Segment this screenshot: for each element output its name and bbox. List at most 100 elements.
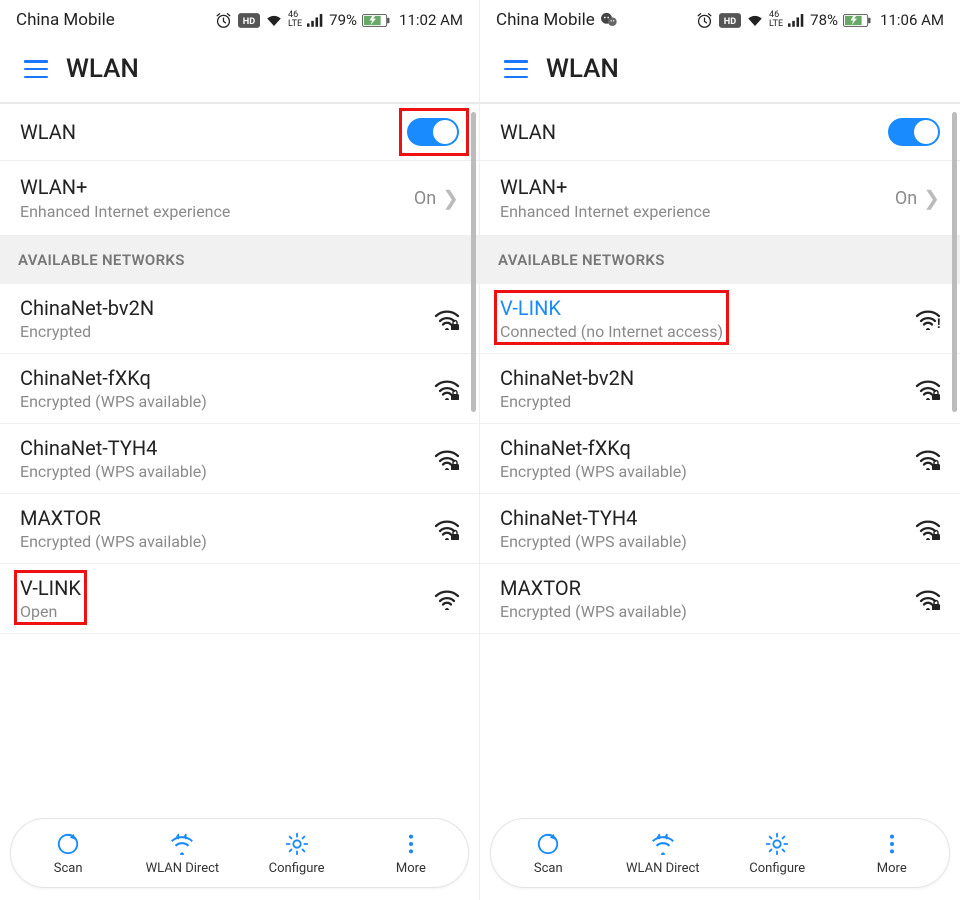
more-icon bbox=[407, 831, 415, 857]
wlan-toggle-row[interactable]: WLAN bbox=[0, 104, 479, 161]
wlan-plus-value: On bbox=[895, 188, 917, 209]
wifi-signal-icon bbox=[912, 378, 940, 400]
clock-time: 11:02 AM bbox=[399, 11, 463, 29]
wifi-signal-icon bbox=[431, 518, 459, 540]
wifi-signal-icon bbox=[912, 588, 940, 610]
wlan-plus-sub: Enhanced Internet experience bbox=[20, 202, 230, 221]
network-item[interactable]: ChinaNet-TYH4 Encrypted (WPS available) bbox=[480, 494, 960, 564]
network-item[interactable]: ChinaNet-bv2N Encrypted bbox=[480, 354, 960, 424]
wifi-signal-icon bbox=[431, 588, 459, 610]
menu-icon[interactable] bbox=[504, 60, 528, 78]
page-title: WLAN bbox=[66, 54, 139, 84]
network-desc: Encrypted (WPS available) bbox=[500, 462, 687, 481]
scroll-area[interactable]: WLAN WLAN+ Enhanced Internet experience … bbox=[0, 104, 479, 900]
battery-percent: 78% bbox=[810, 11, 838, 29]
network-name: ChinaNet-TYH4 bbox=[500, 506, 687, 530]
network-name: ChinaNet-fXKq bbox=[500, 436, 687, 460]
network-desc: Encrypted (WPS available) bbox=[500, 602, 687, 621]
wifi-signal-icon bbox=[912, 448, 940, 470]
scan-label: Scan bbox=[54, 861, 83, 876]
lte-label: 46LTE bbox=[769, 11, 783, 29]
network-name: V-LINK bbox=[20, 576, 81, 600]
scrollbar[interactable] bbox=[471, 112, 476, 412]
battery-icon bbox=[843, 14, 871, 27]
more-button[interactable]: More bbox=[354, 831, 468, 876]
gear-icon bbox=[285, 831, 309, 857]
network-item[interactable]: ChinaNet-fXKq Encrypted (WPS available) bbox=[0, 354, 479, 424]
wlan-toggle-row[interactable]: WLAN bbox=[480, 104, 960, 161]
wlan-plus-label: WLAN+ bbox=[20, 175, 230, 199]
wifi-status-icon bbox=[746, 13, 764, 27]
signal-bars-icon bbox=[788, 13, 805, 27]
wifi-signal-icon bbox=[912, 518, 940, 540]
wlan-direct-label: WLAN Direct bbox=[626, 861, 700, 876]
battery-icon bbox=[362, 14, 390, 27]
scan-label: Scan bbox=[534, 861, 563, 876]
wlan-direct-button[interactable]: WLAN Direct bbox=[606, 831, 721, 876]
chevron-right-icon: ❯ bbox=[442, 186, 459, 210]
wechat-icon bbox=[599, 10, 619, 30]
phone-pane-0: China Mobile 46LTE 79% 11:02 AM WLAN WLA… bbox=[0, 0, 480, 900]
network-item[interactable]: ChinaNet-TYH4 Encrypted (WPS available) bbox=[0, 424, 479, 494]
network-name: ChinaNet-bv2N bbox=[500, 366, 634, 390]
more-icon bbox=[888, 831, 896, 857]
network-desc: Encrypted (WPS available) bbox=[20, 532, 207, 551]
network-name: MAXTOR bbox=[20, 506, 207, 530]
signal-bars-icon bbox=[307, 13, 324, 27]
more-label: More bbox=[877, 861, 907, 876]
wlan-direct-label: WLAN Direct bbox=[146, 861, 220, 876]
network-name: MAXTOR bbox=[500, 576, 687, 600]
scan-button[interactable]: Scan bbox=[11, 831, 125, 876]
more-button[interactable]: More bbox=[835, 831, 950, 876]
more-label: More bbox=[396, 861, 426, 876]
configure-button[interactable]: Configure bbox=[240, 831, 354, 876]
scrollbar[interactable] bbox=[952, 112, 957, 412]
network-item[interactable]: MAXTOR Encrypted (WPS available) bbox=[480, 564, 960, 634]
wifi-signal-icon: ! bbox=[912, 308, 940, 330]
wlan-label: WLAN bbox=[20, 120, 76, 144]
wifi-signal-icon bbox=[431, 448, 459, 470]
menu-icon[interactable] bbox=[24, 60, 48, 78]
hd-icon bbox=[238, 13, 260, 28]
wlan-toggle[interactable] bbox=[407, 118, 459, 146]
title-bar: WLAN bbox=[480, 36, 960, 102]
configure-button[interactable]: Configure bbox=[720, 831, 835, 876]
available-networks-header: AVAILABLE NETWORKS bbox=[480, 236, 960, 284]
bottom-action-bar: Scan WLAN Direct Configure More bbox=[10, 818, 469, 888]
scan-icon bbox=[536, 831, 560, 857]
network-desc: Connected (no Internet access) bbox=[500, 322, 723, 341]
network-name: ChinaNet-TYH4 bbox=[20, 436, 207, 460]
wlan-plus-value: On bbox=[414, 188, 436, 209]
network-item[interactable]: V-LINK Open bbox=[0, 564, 479, 634]
network-item[interactable]: MAXTOR Encrypted (WPS available) bbox=[0, 494, 479, 564]
wlan-plus-label: WLAN+ bbox=[500, 175, 710, 199]
network-desc: Encrypted (WPS available) bbox=[20, 462, 207, 481]
svg-text:!: ! bbox=[937, 317, 941, 330]
battery-percent: 79% bbox=[329, 11, 357, 29]
network-item[interactable]: ChinaNet-fXKq Encrypted (WPS available) bbox=[480, 424, 960, 494]
wlan-direct-icon bbox=[650, 831, 676, 857]
wlan-plus-row[interactable]: WLAN+ Enhanced Internet experience On ❯ bbox=[480, 161, 960, 236]
carrier-label: China Mobile bbox=[16, 10, 115, 30]
wlan-direct-button[interactable]: WLAN Direct bbox=[125, 831, 239, 876]
phone-pane-1: China Mobile 46LTE 78% 11:06 AM WLAN WLA… bbox=[480, 0, 960, 900]
alarm-icon bbox=[695, 11, 714, 30]
scroll-area[interactable]: WLAN WLAN+ Enhanced Internet experience … bbox=[480, 104, 960, 900]
hd-icon bbox=[719, 13, 741, 28]
network-name: ChinaNet-fXKq bbox=[20, 366, 207, 390]
wlan-plus-sub: Enhanced Internet experience bbox=[500, 202, 710, 221]
scan-button[interactable]: Scan bbox=[491, 831, 606, 876]
status-bar: China Mobile 46LTE 78% 11:06 AM bbox=[480, 0, 960, 36]
wlan-plus-row[interactable]: WLAN+ Enhanced Internet experience On ❯ bbox=[0, 161, 479, 236]
network-desc: Encrypted bbox=[500, 392, 634, 411]
page-title: WLAN bbox=[546, 54, 619, 84]
gear-icon bbox=[765, 831, 789, 857]
network-item[interactable]: V-LINK Connected (no Internet access) ! bbox=[480, 284, 960, 354]
wlan-toggle[interactable] bbox=[888, 118, 940, 146]
network-desc: Encrypted (WPS available) bbox=[500, 532, 687, 551]
network-item[interactable]: ChinaNet-bv2N Encrypted bbox=[0, 284, 479, 354]
available-networks-header: AVAILABLE NETWORKS bbox=[0, 236, 479, 284]
network-desc: Open bbox=[20, 602, 81, 621]
chevron-right-icon: ❯ bbox=[923, 186, 940, 210]
wifi-status-icon bbox=[265, 13, 283, 27]
